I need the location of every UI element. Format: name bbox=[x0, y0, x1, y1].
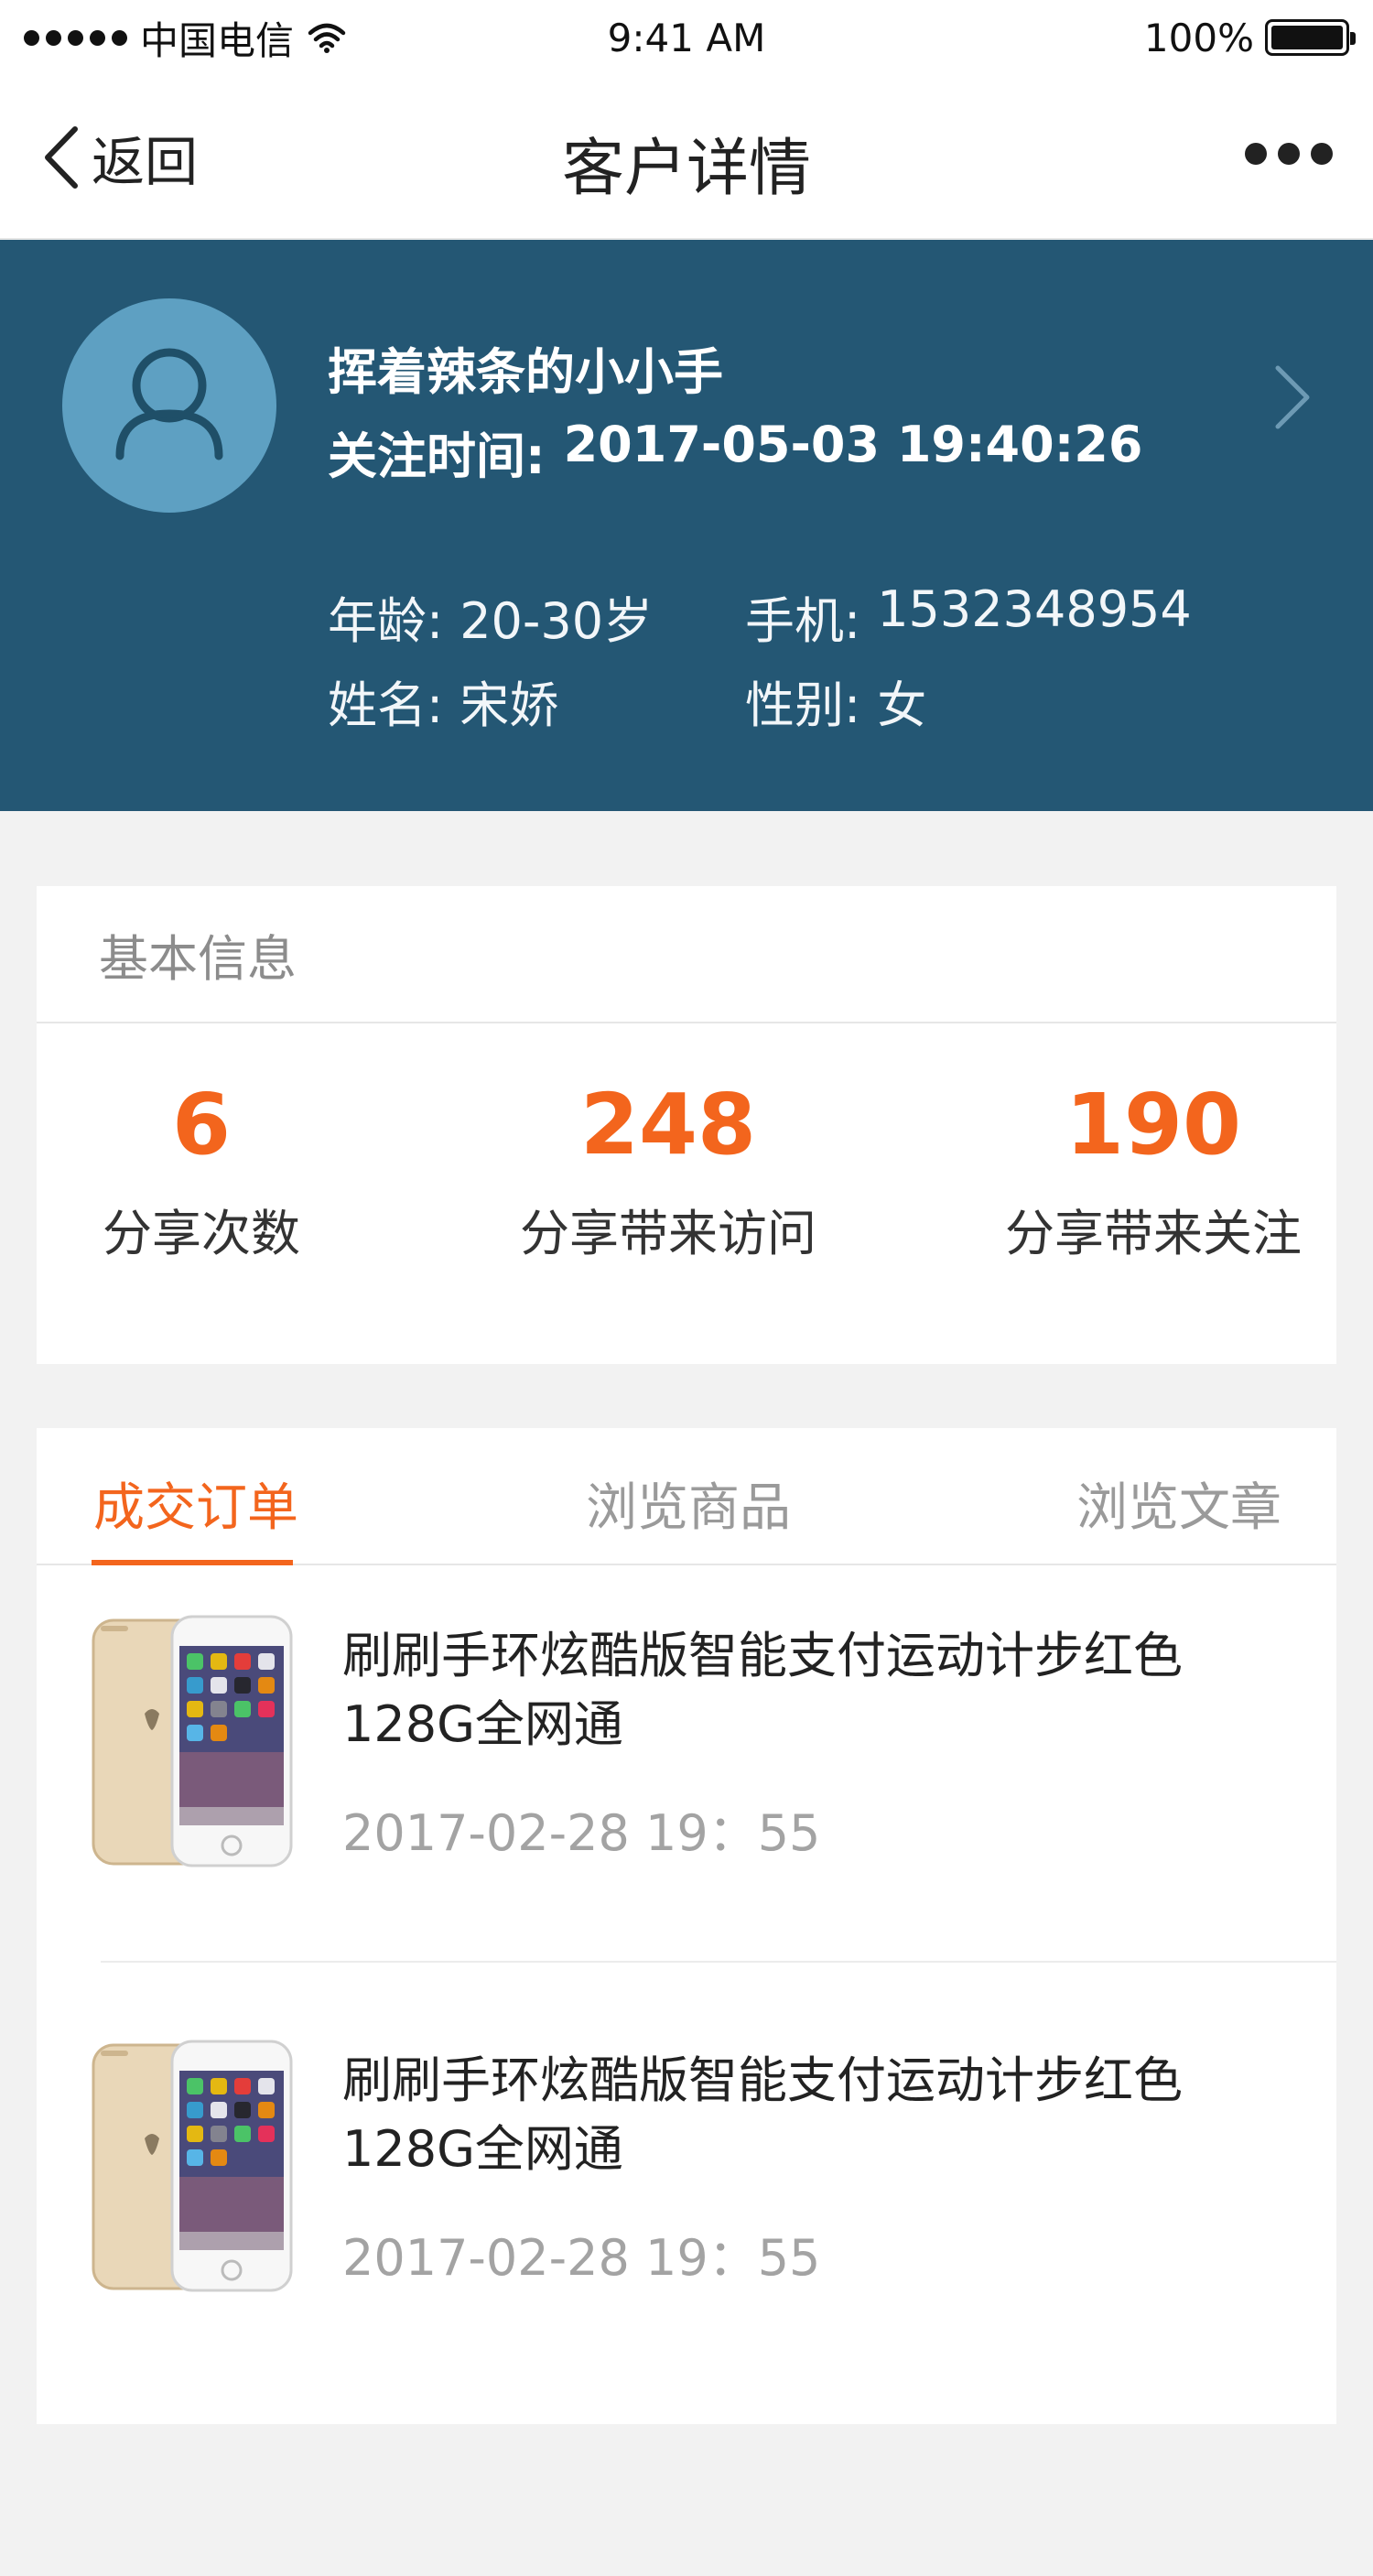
tab-browsed-articles[interactable]: 浏览文章 bbox=[1076, 1467, 1281, 1541]
status-left: 中国电信 bbox=[24, 10, 347, 66]
follow-time-label: 关注时间: bbox=[328, 428, 546, 485]
battery-icon bbox=[1265, 19, 1356, 56]
tab-bar: 成交订单 浏览商品 浏览文章 bbox=[37, 1428, 1336, 1565]
order-title: 刷刷手环炫酷版智能支付运动计步红色128G全网通 bbox=[342, 2051, 1183, 2178]
stat-value: 6 bbox=[171, 1076, 231, 1174]
stat-label: 分享次数 bbox=[103, 1205, 300, 1263]
divider bbox=[101, 1961, 1336, 1963]
stat-share-visits: 248 分享带来访问 bbox=[485, 1078, 851, 1265]
customer-profile-header[interactable]: 挥着辣条的小小手 关注时间: 2017-05-03 19:40:26 年龄: 2… bbox=[0, 240, 1373, 811]
age-value: 20-30岁 bbox=[459, 592, 654, 650]
order-list-item[interactable]: 刷刷手环炫酷版智能支付运动计步红色128G全网通 2017-02-28 19：5… bbox=[37, 1567, 1336, 1933]
status-right: 100% bbox=[1143, 15, 1356, 60]
phone-label: 手机: bbox=[745, 592, 861, 650]
stat-value: 248 bbox=[579, 1076, 757, 1174]
user-icon bbox=[115, 348, 223, 460]
product-thumbnail bbox=[92, 1615, 293, 1867]
basic-info-header: 基本信息 bbox=[37, 886, 1336, 1023]
stat-value: 190 bbox=[1065, 1076, 1242, 1174]
tab-orders[interactable]: 成交订单 bbox=[93, 1467, 298, 1541]
stats-grid: 6 分享次数 248 分享带来访问 190 分享带来关注 bbox=[37, 1023, 1336, 1362]
customer-nickname: 挥着辣条的小小手 bbox=[328, 343, 723, 401]
battery-percent: 100% bbox=[1143, 15, 1254, 60]
signal-icon bbox=[24, 29, 127, 46]
phone-field: 手机: 1532348954 bbox=[745, 580, 1192, 653]
age-label: 年龄: bbox=[328, 592, 444, 650]
order-title: 刷刷手环炫酷版智能支付运动计步红色128G全网通 bbox=[342, 1627, 1183, 1753]
product-thumbnail bbox=[92, 2040, 293, 2292]
page-title: 客户详情 bbox=[561, 133, 811, 205]
follow-time-value: 2017-05-03 19:40:26 bbox=[563, 416, 1143, 473]
carrier-label: 中国电信 bbox=[140, 17, 295, 63]
stat-label: 分享带来访问 bbox=[520, 1205, 816, 1263]
gender-field: 性别: 女 bbox=[745, 665, 926, 737]
activity-card: 成交订单 浏览商品 浏览文章 刷刷手环炫酷版智能支付运动计步红色128G全网通 … bbox=[37, 1428, 1336, 2424]
order-list-item[interactable]: 刷刷手环炫酷版智能支付运动计步红色128G全网通 2017-02-28 19：5… bbox=[37, 1992, 1336, 2358]
stat-share-follows: 190 分享带来关注 bbox=[970, 1078, 1336, 1265]
tab-browsed-products[interactable]: 浏览商品 bbox=[586, 1467, 791, 1541]
nav-bar: 返回 客户详情 bbox=[0, 75, 1373, 240]
status-bar: 中国电信 9:41 AM 100% bbox=[0, 0, 1373, 75]
age-field: 年龄: 20-30岁 bbox=[328, 580, 653, 653]
name-field: 姓名: 宋娇 bbox=[328, 665, 558, 737]
order-time: 2017-02-28 19：55 bbox=[342, 2229, 821, 2287]
order-time: 2017-02-28 19：55 bbox=[342, 1804, 821, 1862]
phone-value: 1532348954 bbox=[877, 580, 1192, 638]
name-label: 姓名: bbox=[328, 676, 444, 734]
chevron-right-icon[interactable] bbox=[1272, 364, 1313, 430]
follow-time-row: 关注时间: 2017-05-03 19:40:26 bbox=[328, 416, 1142, 488]
name-value: 宋娇 bbox=[459, 676, 559, 734]
gender-value: 女 bbox=[877, 676, 927, 734]
wifi-icon bbox=[308, 23, 346, 53]
avatar bbox=[62, 298, 276, 513]
stat-label: 分享带来关注 bbox=[1005, 1205, 1302, 1263]
active-tab-indicator bbox=[92, 1560, 293, 1565]
gender-label: 性别: bbox=[745, 676, 861, 734]
stat-share-count: 6 分享次数 bbox=[92, 1078, 311, 1265]
more-dots-icon[interactable] bbox=[1245, 143, 1333, 165]
basic-info-card: 基本信息 6 分享次数 248 分享带来访问 190 分享带来关注 bbox=[37, 886, 1336, 1364]
